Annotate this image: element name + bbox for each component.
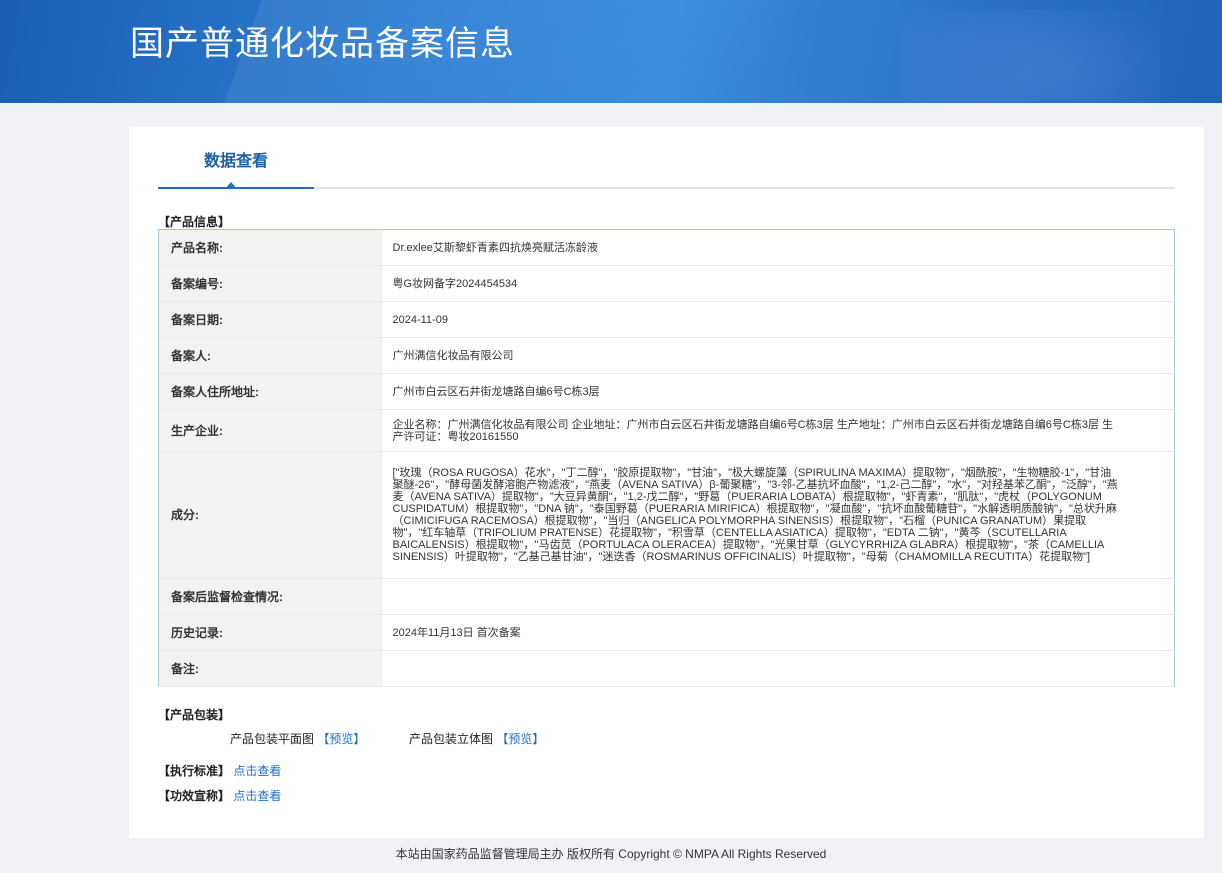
packaging-heading: 【产品包装】 [158,708,231,722]
history-value: 2024年11月13日 首次备案 [382,614,1175,651]
tab-label: 数据查看 [203,153,268,170]
packaging-solid-label: 产品包装立体图 [409,732,494,746]
registrant-address-value: 广州市白云区石井街龙塘路自编6号C栋3层 [382,373,1175,410]
registration-number-value: 粤G妆网备字2024454534 [382,265,1175,302]
packaging-flat-label: 产品包装平面图 [230,732,315,746]
table-row: 备案人住所地址: 广州市白云区石井街龙塘路自编6号C栋3层 [158,373,1175,410]
header-banner: 国产普通化妆品备案信息 [0,0,1222,103]
row-key: 历史记录: [158,614,383,651]
row-key: 备案人住所地址: [158,373,383,410]
tab-bar: 数据查看 [158,127,1175,189]
inspection-value [382,578,1175,615]
tab-data-view[interactable]: 数据查看 [158,127,314,189]
banner-glow [900,10,1160,103]
registration-date-value: 2024-11-09 [382,301,1175,338]
footer-copyright: 本站由国家药品监督管理局主办 版权所有 Copyright © NMPA All… [395,847,827,861]
packaging-solid-preview-link[interactable]: 【预览】 [496,732,544,746]
manufacturer-value: 企业名称：广州满信化妆品有限公司 企业地址：广州市白云区石井街龙塘路自编6号C栋… [382,409,1175,452]
table-row: 生产企业: 企业名称：广州满信化妆品有限公司 企业地址：广州市白云区石井街龙塘路… [158,409,1175,452]
standard-row: 【执行标准】 点击查看 [158,762,281,779]
remarks-value [382,650,1175,687]
efficacy-label: 【功效宣称】 [158,789,231,803]
page-title: 国产普通化妆品备案信息 [130,25,515,63]
standard-label: 【执行标准】 [158,764,231,778]
table-row: 成分: ["玫瑰（ROSA RUGOSA）花水"，"丁二醇"，"胶原提取物"，"… [158,451,1175,579]
ingredients-value: ["玫瑰（ROSA RUGOSA）花水"，"丁二醇"，"胶原提取物"，"甘油"，… [382,451,1175,579]
packaging-flat-row: 产品包装平面图 【预览】 [230,730,365,747]
efficacy-row: 【功效宣称】 点击查看 [158,787,281,804]
table-row: 历史记录: 2024年11月13日 首次备案 [158,614,1175,651]
standard-view-link[interactable]: 点击查看 [233,764,281,778]
table-row: 备案编号: 粤G妆网备字2024454534 [158,265,1175,302]
table-row: 备案人: 广州满信化妆品有限公司 [158,337,1175,374]
registrant-value: 广州满信化妆品有限公司 [382,337,1175,374]
row-key: 备注: [158,650,383,687]
table-row: 产品名称: Dr.exlee艾斯黎虾青素四抗焕亮赋活冻龄液 [158,229,1175,266]
tab-active-caret-icon [225,182,237,189]
table-row: 备注: [158,650,1175,687]
product-info-table: 产品名称: Dr.exlee艾斯黎虾青素四抗焕亮赋活冻龄液 备案编号: 粤G妆网… [158,229,1175,687]
product-info-heading: 【产品信息】 [158,215,231,229]
row-key: 备案编号: [158,265,383,302]
table-row: 备案后监督检查情况: [158,578,1175,615]
row-key: 备案日期: [158,301,383,338]
content-panel: 数据查看 【产品信息】 产品名称: Dr.exlee艾斯黎虾青素四抗焕亮赋活冻龄… [129,127,1204,838]
row-key: 备案人: [158,337,383,374]
row-key: 成分: [158,451,383,579]
table-row: 备案日期: 2024-11-09 [158,301,1175,338]
packaging-flat-preview-link[interactable]: 【预览】 [317,732,365,746]
row-key: 产品名称: [158,229,383,266]
row-key: 备案后监督检查情况: [158,578,383,615]
packaging-solid-row: 产品包装立体图 【预览】 [409,730,544,747]
product-name-value: Dr.exlee艾斯黎虾青素四抗焕亮赋活冻龄液 [382,229,1175,266]
efficacy-view-link[interactable]: 点击查看 [233,789,281,803]
row-key: 生产企业: [158,409,383,452]
